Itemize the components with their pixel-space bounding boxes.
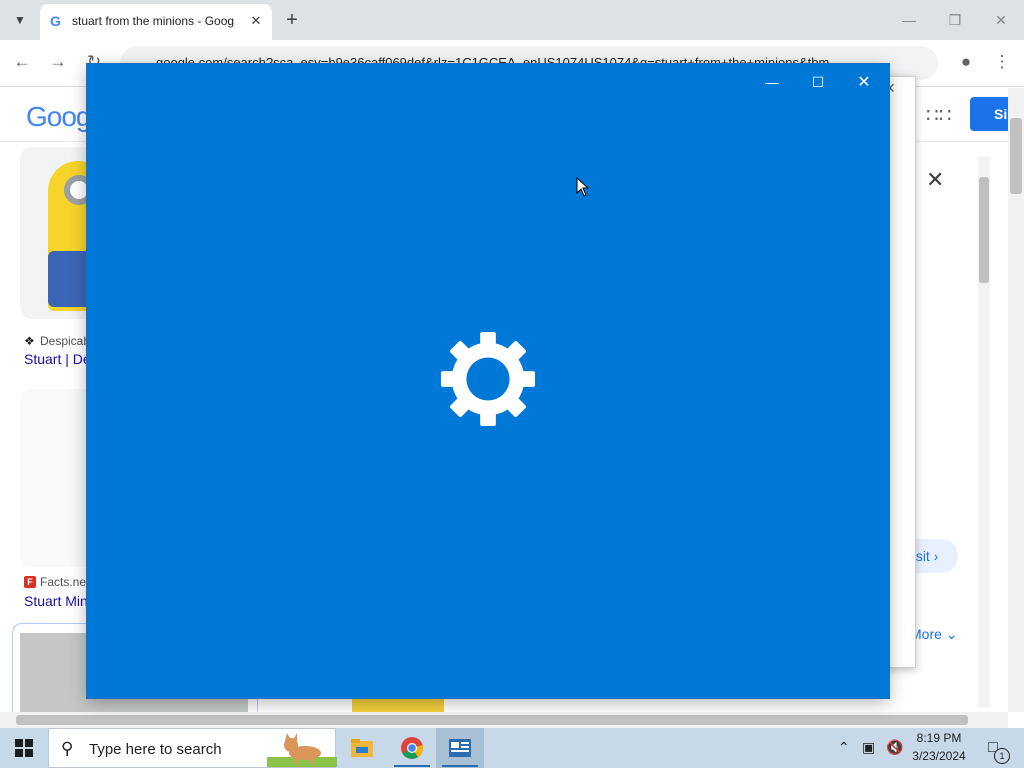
apps-grid-icon[interactable]: ∷∷ — [926, 103, 951, 128]
result-source[interactable]: Facts.ne — [40, 575, 86, 589]
google-favicon-icon: G — [50, 13, 61, 29]
result-title[interactable]: Stuart | De — [24, 351, 91, 367]
profile-icon[interactable]: ● — [952, 48, 980, 76]
tab-close-icon[interactable]: ✕ — [246, 11, 266, 31]
tray-overflow-chevron-icon[interactable]: ⌃ — [838, 739, 850, 756]
windows-logo-icon — [15, 739, 33, 757]
minimize-button[interactable]: — — [886, 8, 932, 32]
gear-icon — [440, 331, 536, 427]
horizontal-scrollbar-thumb[interactable] — [16, 715, 968, 725]
notification-count-badge: 1 — [994, 748, 1010, 764]
settings-splash-window: — ☐ ✕ — [87, 64, 889, 698]
panel-scrollbar-thumb[interactable] — [979, 177, 989, 283]
chevron-down-icon: ▼ — [14, 13, 26, 27]
facts-site-icon: F — [24, 576, 36, 588]
browser-tab[interactable]: G stuart from the minions - Goog ✕ — [40, 4, 272, 40]
maximize-button[interactable]: ☐ — [795, 68, 841, 96]
search-highlight-dog-illustration — [267, 733, 337, 767]
chevron-right-icon: › — [933, 548, 939, 564]
mouse-cursor-icon — [576, 177, 590, 197]
forward-button[interactable]: → — [44, 48, 72, 76]
minimize-button[interactable]: — — [749, 68, 795, 96]
close-button[interactable]: ✕ — [841, 68, 887, 96]
chevron-down-icon: ⌄ — [945, 626, 958, 642]
folder-icon — [351, 739, 373, 757]
browser-tabstrip: ▼ G stuart from the minions - Goog ✕ + —… — [0, 0, 1024, 40]
volume-muted-icon[interactable]: 🔇 — [886, 739, 903, 756]
logo-text: Goog — [26, 101, 91, 132]
tab-title: stuart from the minions - Goog — [72, 14, 235, 28]
network-icon[interactable]: ▣ — [862, 739, 875, 756]
taskbar-search-box[interactable]: ⚲ Type here to search — [48, 728, 337, 768]
restore-button[interactable]: ❐ — [932, 8, 978, 32]
new-tab-button[interactable]: + — [280, 6, 304, 34]
settings-taskbar-button[interactable] — [436, 728, 484, 768]
settings-window-icon — [449, 739, 471, 757]
google-logo[interactable]: Goog — [26, 101, 91, 133]
file-explorer-taskbar-button[interactable] — [338, 728, 386, 768]
chrome-taskbar-button[interactable] — [388, 728, 436, 768]
source-site-icon: ❖ — [24, 334, 35, 348]
back-button[interactable]: ← — [8, 48, 36, 76]
close-button[interactable]: ✕ — [978, 8, 1024, 32]
clock-date[interactable]: 3/23/2024 — [906, 749, 972, 763]
close-icon[interactable]: ✕ — [926, 167, 944, 193]
start-button[interactable] — [0, 728, 48, 768]
result-source[interactable]: Despicab — [40, 334, 90, 348]
running-indicator — [442, 765, 478, 767]
result-title[interactable]: Stuart Min — [24, 593, 88, 609]
running-indicator — [394, 765, 430, 767]
menu-kebab-icon[interactable]: ⋮ — [988, 48, 1016, 76]
visit-label: sit — [915, 548, 930, 564]
search-placeholder: Type here to search — [89, 741, 222, 758]
search-icon: ⚲ — [61, 739, 74, 758]
taskbar: ⚲ Type here to search ⌃ ▣ 🔇 8:19 PM 3/23… — [0, 728, 1024, 768]
page-scrollbar-thumb[interactable] — [1010, 118, 1022, 194]
tab-search-button[interactable]: ▼ — [6, 6, 34, 34]
chrome-icon — [401, 737, 423, 759]
clock-time[interactable]: 8:19 PM — [906, 731, 972, 745]
more-link[interactable]: More ⌄ — [910, 626, 958, 643]
